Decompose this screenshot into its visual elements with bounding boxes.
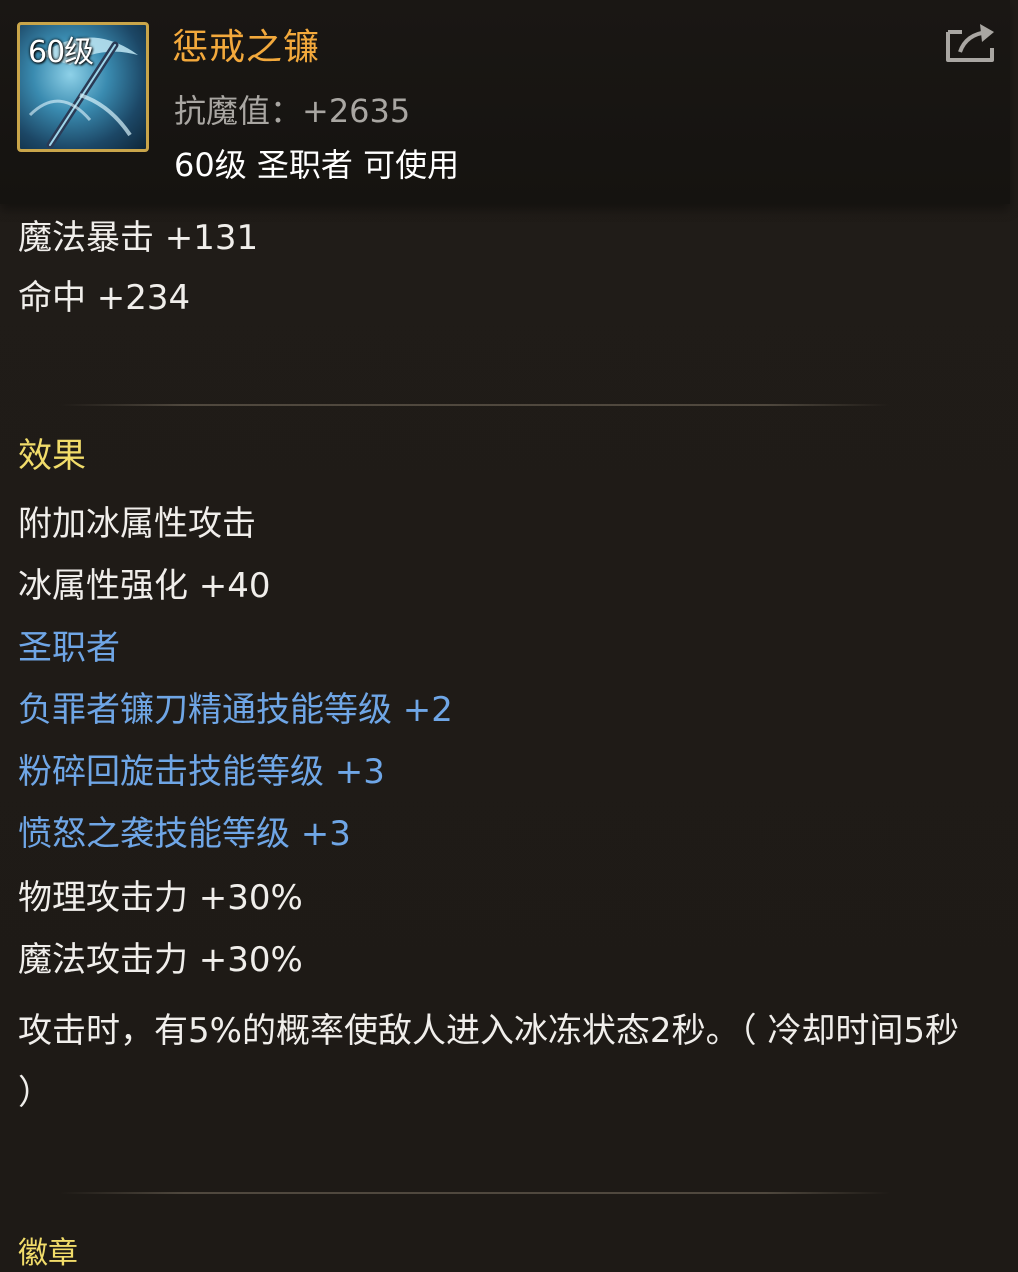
effects-heading: 效果 xyxy=(18,436,86,476)
effect-line: 附加冰属性攻击 xyxy=(18,504,256,544)
item-header: 60级 惩戒之镰 抗魔值：+2635 60级 圣职者 可使用 xyxy=(0,0,1010,204)
share-icon[interactable] xyxy=(944,20,998,64)
item-requirement: 60级 圣职者 可使用 xyxy=(174,146,460,184)
level-badge: 60级 xyxy=(28,35,94,70)
next-section-heading: 徽章 xyxy=(18,1236,78,1271)
stat-hit: 命中 +234 xyxy=(18,278,191,318)
effect-line: 冰属性强化 +40 xyxy=(18,566,271,606)
item-name: 惩戒之镰 xyxy=(172,27,321,68)
skill-line: 负罪者镰刀精通技能等级 +2 xyxy=(18,690,453,730)
section-divider xyxy=(60,404,890,406)
effect-description: 攻击时，有5%的概率使敌人进入冰冻状态2秒。（ 冷却时间5秒 ） xyxy=(18,1011,960,1113)
skill-line: 愤怒之袭技能等级 +3 xyxy=(18,814,351,854)
effect-line: 物理攻击力 +30% xyxy=(18,878,303,918)
scythe-icon[interactable]: 60级 xyxy=(17,22,149,152)
effect-line: 魔法攻击力 +30% xyxy=(18,940,303,980)
section-divider xyxy=(60,1192,890,1194)
item-tooltip-panel: 60级 惩戒之镰 抗魔值：+2635 60级 圣职者 可使用 魔法暴击 +131… xyxy=(0,0,1018,1272)
stat-magic-crit: 魔法暴击 +131 xyxy=(18,218,259,258)
item-main-stat: 抗魔值：+2635 xyxy=(174,92,411,130)
class-heading: 圣职者 xyxy=(18,628,120,668)
skill-line: 粉碎回旋击技能等级 +3 xyxy=(18,752,385,792)
